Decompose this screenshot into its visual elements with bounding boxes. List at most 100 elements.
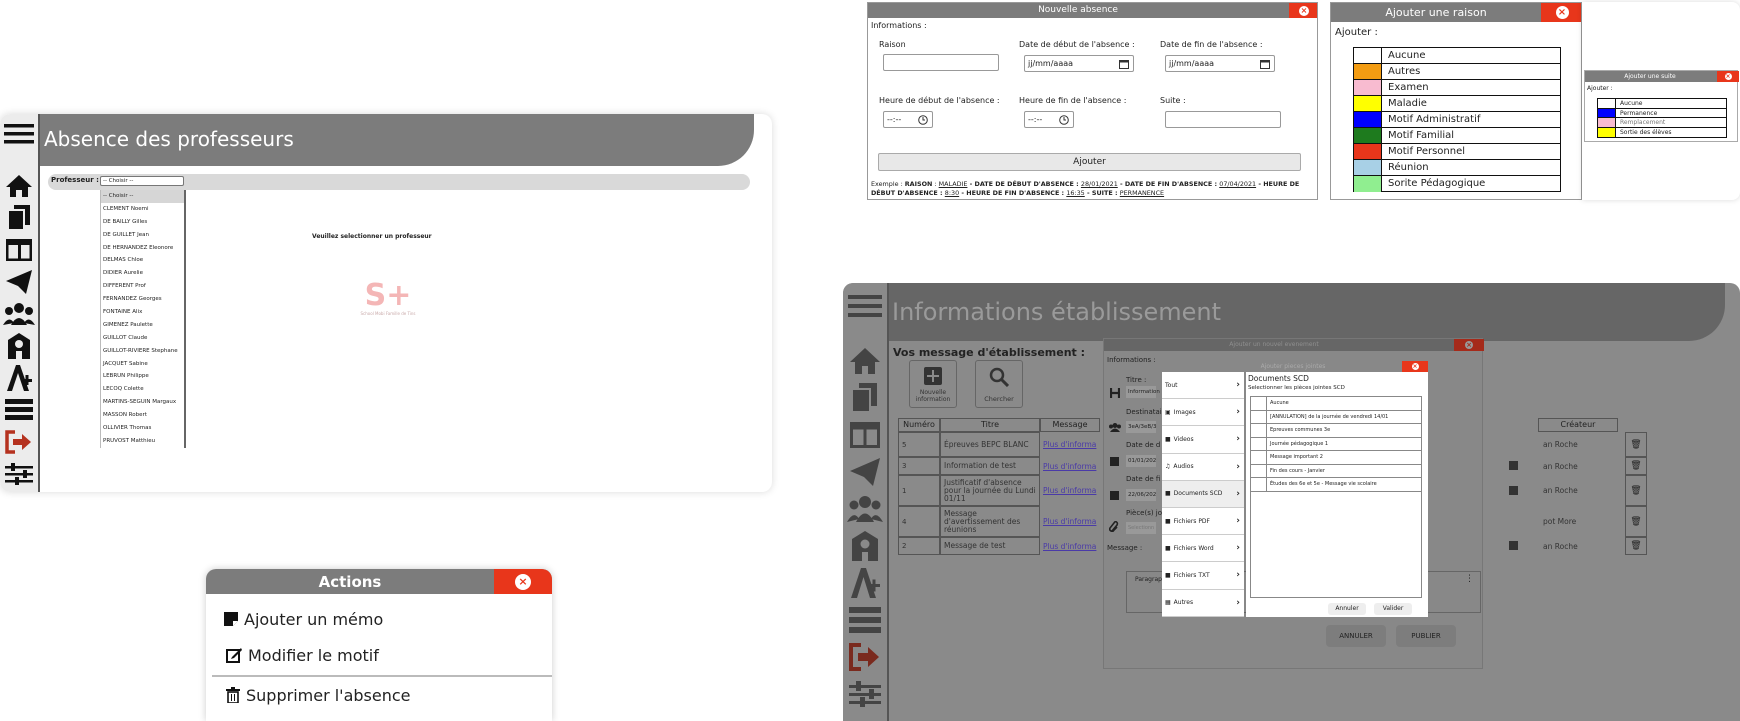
raison-item[interactable]: Motif Personnel — [1354, 144, 1560, 160]
professeur-option[interactable]: DIFFERENT Prof — [101, 280, 184, 293]
send-icon[interactable] — [843, 456, 887, 488]
ajouter-button[interactable]: Ajouter — [878, 153, 1301, 171]
settings-icon[interactable] — [843, 678, 887, 710]
doc-checkbox[interactable] — [1251, 464, 1267, 477]
professeur-option[interactable]: DELMAS Chloe — [101, 254, 184, 267]
suite-input[interactable] — [1165, 111, 1281, 128]
doc-checkbox[interactable] — [1251, 410, 1267, 423]
pj-annuler-button[interactable]: Annuler — [1328, 603, 1366, 615]
grade-icon[interactable] — [843, 567, 887, 599]
professeur-option[interactable]: JACQUET Sabine — [101, 358, 184, 371]
pj-menu-item[interactable]: Tout › — [1162, 372, 1244, 400]
event-modal-close-button[interactable]: × — [1454, 339, 1484, 351]
users-icon[interactable] — [0, 300, 38, 328]
pj-menu-item[interactable]: ■ Fichiers Word › — [1162, 535, 1244, 563]
logout-icon[interactable] — [843, 641, 887, 673]
row-message-link[interactable]: Plus d'informa — [1040, 457, 1100, 475]
settings-icon[interactable] — [0, 460, 38, 488]
professeur-dropdown[interactable]: -- Choisir -- CLEMENT Noemi DE BAILLY Gill… — [100, 190, 186, 448]
action-add-memo[interactable]: Ajouter un mémo — [206, 605, 552, 633]
professeur-option[interactable]: DIDIER Aurelie — [101, 267, 184, 280]
date-debut-input[interactable]: 01/01/202 — [1126, 455, 1156, 467]
doc-list-item[interactable]: Journée pédagogique 1 — [1251, 437, 1421, 451]
pj-menu-item[interactable]: ▦ Autres › — [1162, 590, 1244, 617]
professeur-option[interactable]: DE HERNANDEZ Eleonore — [101, 242, 184, 255]
users-icon[interactable] — [843, 493, 887, 525]
pj-close-button[interactable]: × — [1402, 361, 1428, 372]
trash-icon[interactable]: 🗑 — [1625, 475, 1647, 506]
school-icon[interactable] — [0, 332, 38, 360]
school-icon[interactable] — [843, 530, 887, 562]
row-message-link[interactable]: Plus d'informa — [1040, 475, 1100, 506]
pj-menu-item[interactable]: ▣ Images › — [1162, 399, 1244, 427]
professeur-option[interactable]: FERNANDEZ Georges — [101, 293, 184, 306]
annuler-button[interactable]: ANNULER — [1326, 625, 1386, 647]
heure-debut-input[interactable]: --:-- — [883, 111, 933, 128]
suite-item[interactable]: Remplacement — [1598, 118, 1726, 128]
raison-input[interactable] — [883, 54, 999, 71]
raison-item[interactable]: Examen — [1354, 80, 1560, 96]
row-message-link[interactable]: Plus d'informa — [1040, 537, 1100, 555]
doc-list-item[interactable]: Études des 6e et 5e - Message vie scolai… — [1251, 478, 1421, 492]
raison-item[interactable]: Motif Familial — [1354, 128, 1560, 144]
pj-menu-item[interactable]: ■ Documents SCD › — [1162, 480, 1244, 508]
action-delete-absence[interactable]: Supprimer l'absence — [206, 681, 552, 709]
professeur-option[interactable]: CLEMENT Noemi — [101, 203, 184, 216]
documents-icon[interactable] — [0, 204, 38, 232]
raison-item[interactable]: Sorite Pédagogique — [1354, 176, 1560, 192]
pj-menu-item[interactable]: ■ Fichiers PDF › — [1162, 508, 1244, 536]
trash-icon[interactable]: 🗑 — [1625, 432, 1647, 457]
list-icon[interactable] — [0, 396, 38, 424]
paragraph-select[interactable]: Paragrap — [1135, 576, 1162, 583]
raison-item[interactable]: Maladie — [1354, 96, 1560, 112]
nouvelle-info-button[interactable]: Nouvelle information — [909, 360, 957, 408]
send-icon[interactable] — [0, 268, 38, 296]
doc-list-item[interactable]: [ANNULATION] de la journée de vendredi 1… — [1251, 410, 1421, 424]
list-icon[interactable] — [843, 604, 887, 636]
suite-item[interactable]: Aucune — [1598, 99, 1726, 109]
date-fin-input[interactable]: jj/mm/aaaa — [1165, 55, 1275, 72]
heure-fin-input[interactable]: --:-- — [1024, 111, 1074, 128]
raison-item[interactable]: Réunion — [1354, 160, 1560, 176]
professeur-option[interactable]: MASSON Robert — [101, 409, 184, 422]
form-close-button[interactable]: × — [1289, 3, 1317, 18]
titre-input[interactable]: Information — [1126, 386, 1160, 398]
professeur-option[interactable]: GUILLOT-RIVIERE Stephane — [101, 345, 184, 358]
raison-item[interactable]: Autres — [1354, 64, 1560, 80]
action-edit-motif[interactable]: Modifier le motif — [206, 641, 552, 669]
pj-menu-item[interactable]: ■ Fichiers TXT › — [1162, 562, 1244, 590]
professeur-option[interactable]: DE GUILLET Jean — [101, 229, 184, 242]
date-debut-input[interactable]: jj/mm/aaaa — [1024, 55, 1134, 72]
suite-item[interactable]: Sortie des élèves — [1598, 127, 1726, 137]
documents-icon[interactable] — [843, 382, 887, 414]
doc-list-item[interactable]: Fin des cours - Janvier — [1251, 464, 1421, 478]
pieces-input[interactable]: Selectionn — [1126, 522, 1156, 534]
professeur-option[interactable]: MARTINS-SEGUIN Margaux — [101, 396, 184, 409]
professeur-option[interactable]: PRUVOST Matthieu — [101, 435, 184, 448]
doc-list-item[interactable]: Epreuves communes 3e — [1251, 424, 1421, 438]
date-fin-input[interactable]: 22/06/202 — [1126, 489, 1156, 501]
layout-icon[interactable] — [0, 236, 38, 264]
professeur-option[interactable]: GUILLOT Claude — [101, 332, 184, 345]
professeur-option[interactable]: OLLIVIER Thomas — [101, 422, 184, 435]
trash-icon[interactable]: 🗑 — [1625, 506, 1647, 537]
doc-list-item[interactable]: Message important 2 — [1251, 451, 1421, 465]
doc-checkbox[interactable] — [1251, 397, 1267, 410]
pj-menu-item[interactable]: ♫ Audios › — [1162, 454, 1244, 481]
destinataire-input[interactable]: 3eA/3eB/3 — [1126, 421, 1157, 433]
layout-icon[interactable] — [843, 419, 887, 451]
grade-icon[interactable] — [0, 364, 38, 392]
doc-checkbox[interactable] — [1251, 424, 1267, 437]
menu-icon[interactable] — [0, 120, 38, 148]
professeur-option[interactable]: FONTAINE Alix — [101, 306, 184, 319]
professeur-option[interactable]: LECOQ Colette — [101, 383, 184, 396]
home-icon[interactable] — [0, 172, 38, 200]
home-icon[interactable] — [843, 345, 887, 377]
professeur-option[interactable]: LEBRUN Philippe — [101, 370, 184, 383]
trash-icon[interactable]: 🗑 — [1625, 457, 1647, 475]
raison-item[interactable]: Aucune — [1354, 48, 1560, 64]
professeur-select[interactable]: -- Choisir -- — [100, 176, 184, 186]
row-message-link[interactable]: Plus d'informa — [1040, 506, 1100, 537]
logout-icon[interactable] — [0, 428, 38, 456]
raison-close-button[interactable]: × — [1541, 3, 1581, 22]
